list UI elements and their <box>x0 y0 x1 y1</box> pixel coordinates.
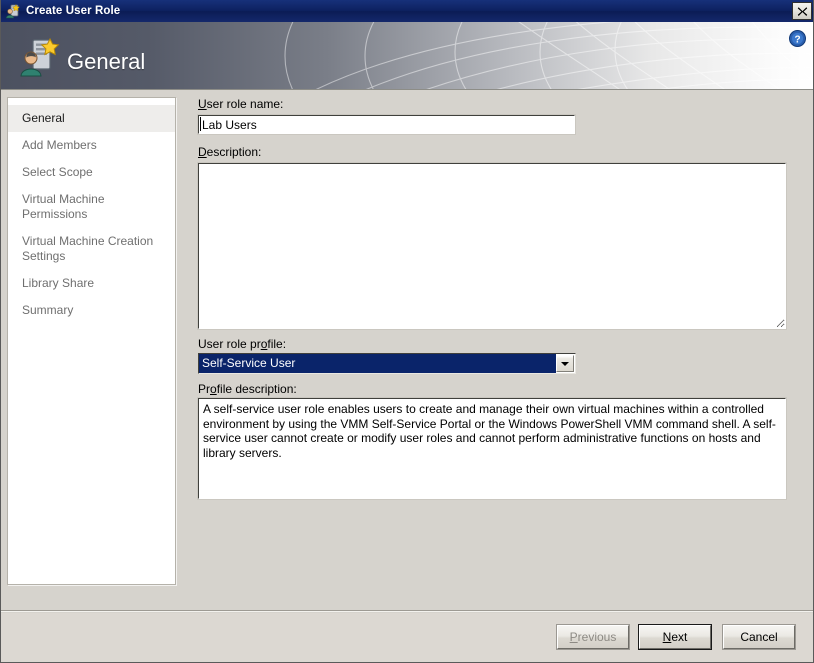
next-button[interactable]: Next <box>638 624 712 650</box>
close-icon <box>797 6 807 16</box>
footer-separator <box>1 610 813 612</box>
sidebar-item-summary[interactable]: Summary <box>8 297 175 324</box>
user-role-profile-select[interactable]: Self-Service User <box>198 353 576 374</box>
sidebar-item-virtual-machine-creation-settings[interactable]: Virtual Machine Creation Settings <box>8 228 175 270</box>
description-label: Description: <box>198 145 262 159</box>
role-name-input[interactable] <box>197 114 576 135</box>
header-banner: General ? <box>1 22 813 90</box>
chevron-down-icon[interactable] <box>556 355 574 372</box>
globe-mesh-decoration <box>284 22 813 89</box>
sidebar-item-virtual-machine-permissions[interactable]: Virtual Machine Permissions <box>8 186 175 228</box>
sidebar-item-add-members[interactable]: Add Members <box>8 132 175 159</box>
text-caret <box>200 117 201 131</box>
help-question-icon[interactable]: ? <box>789 30 806 47</box>
cancel-button[interactable]: Cancel <box>722 624 796 650</box>
create-user-role-dialog: Create User Role General ? General Add M… <box>0 0 814 663</box>
wizard-step-list: General Add Members Select Scope Virtual… <box>7 97 176 585</box>
profile-description-label: Profile description: <box>198 382 297 396</box>
previous-button[interactable]: Previous <box>556 624 630 650</box>
profile-description-text: A self-service user role enables users t… <box>197 397 787 500</box>
user-role-profile-value: Self-Service User <box>199 354 556 373</box>
close-button[interactable] <box>792 2 812 20</box>
sidebar-item-library-share[interactable]: Library Share <box>8 270 175 297</box>
description-input[interactable] <box>197 162 787 330</box>
sidebar-item-general[interactable]: General <box>8 105 175 132</box>
profile-label: User role profile: <box>198 337 287 351</box>
main-content: User role name: Description: User role p… <box>191 97 797 587</box>
footer-bar: Previous Next Cancel <box>1 613 813 662</box>
user-role-icon <box>5 3 21 19</box>
svg-text:?: ? <box>794 34 800 45</box>
title-bar: Create User Role <box>1 0 813 22</box>
role-name-label: User role name: <box>198 97 284 111</box>
window-title: Create User Role <box>26 5 121 17</box>
sidebar-item-select-scope[interactable]: Select Scope <box>8 159 175 186</box>
page-title: General <box>67 49 146 74</box>
server-user-star-icon <box>19 36 61 78</box>
